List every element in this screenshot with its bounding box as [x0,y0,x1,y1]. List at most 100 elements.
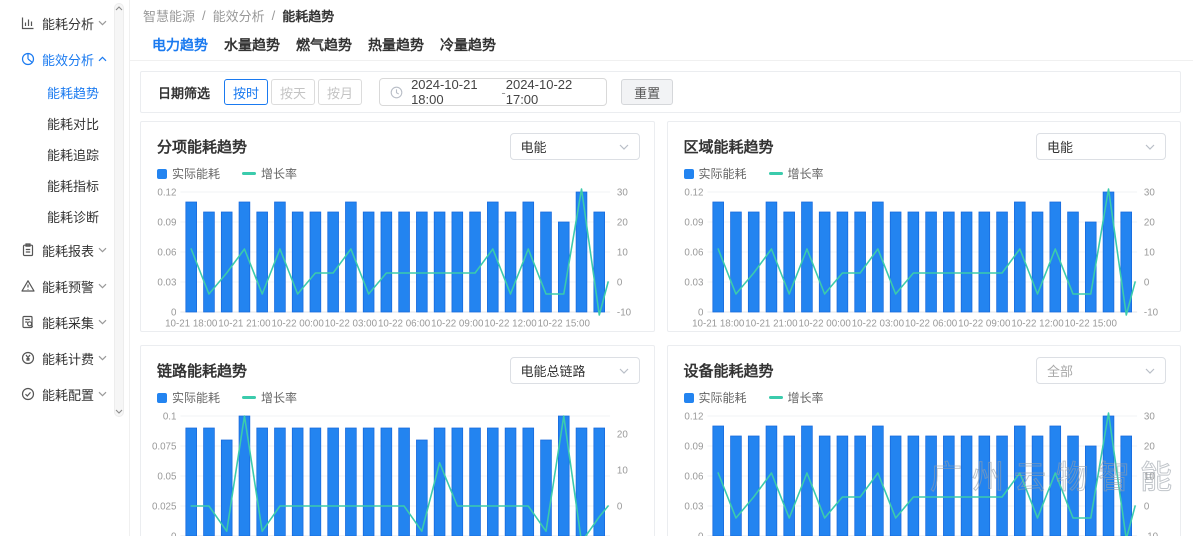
chart-title: 链路能耗趋势 [157,360,247,381]
sidebar-item-efficiency-analysis[interactable]: 能效分析 [0,41,129,77]
tab-gas-trend[interactable]: 燃气趋势 [296,35,352,55]
legend-label: 实际能耗 [172,389,220,406]
start-date-value: 2024-10-21 18:00 [411,77,501,107]
chart-type-select[interactable]: 电能总链路 [510,357,640,384]
sidebar-item-energy-analysis[interactable]: 能耗分析 [0,5,129,41]
legend-item-actual[interactable]: 实际能耗 [684,165,747,182]
legend-item-growth[interactable]: 增长率 [769,165,824,182]
chevron-down-icon [619,137,629,155]
legend-label: 增长率 [261,389,297,406]
svg-text:20: 20 [1143,441,1154,452]
bar-line-chart: 00.030.060.090.123020100-1010-21 18:0010… [149,184,640,332]
svg-text:10: 10 [617,247,628,258]
svg-text:0.12: 0.12 [684,187,703,198]
sidebar-item-energy-report[interactable]: 能耗报表 [0,232,129,268]
sidebar-item-label: 能耗预警 [42,277,98,296]
legend-item-growth[interactable]: 增长率 [769,389,824,406]
legend-line-swatch [769,172,783,175]
collect-icon [21,315,35,329]
bar-chart-icon [21,16,35,30]
svg-text:10-22 12:00: 10-22 12:00 [484,318,537,329]
sidebar-item-energy-trace[interactable]: 能耗追踪 [0,139,129,170]
legend-bar-swatch [157,169,167,179]
sidebar-item-energy-trend[interactable]: 能耗趋势 [0,77,129,108]
sidebar-item-energy-compare[interactable]: 能耗对比 [0,108,129,139]
legend-item-growth[interactable]: 增长率 [242,165,297,182]
sidebar-item-energy-billing[interactable]: 能耗计费 [0,340,129,376]
svg-text:10-21 21:00: 10-21 21:00 [745,318,798,329]
mode-hour-button[interactable]: 按时 [224,79,268,105]
app-window: 能耗分析 能效分析 能耗趋势 能耗对比 能耗追踪 能耗指标 能耗诊断 能耗报表 [0,0,1193,536]
chevron-down-icon [98,319,107,325]
scroll-down-icon [115,409,123,414]
svg-text:10-22 12:00: 10-22 12:00 [1011,318,1064,329]
tab-heat-trend[interactable]: 热量趋势 [368,35,424,55]
legend-item-growth[interactable]: 增长率 [242,389,297,406]
svg-text:10-22 09:00: 10-22 09:00 [958,318,1011,329]
legend-line-swatch [242,396,256,399]
chart-type-select[interactable]: 电能 [510,133,640,160]
legend-label: 增长率 [261,165,297,182]
svg-text:0.12: 0.12 [684,411,703,422]
tab-cooling-trend[interactable]: 冷量趋势 [440,35,496,55]
sidebar-item-energy-indicator[interactable]: 能耗指标 [0,170,129,201]
svg-text:10: 10 [617,465,628,476]
svg-text:0: 0 [1143,277,1149,288]
svg-text:10: 10 [1143,471,1154,482]
svg-text:20: 20 [617,429,628,440]
main-content: 智慧能源 / 能效分析 / 能耗趋势 电力趋势 水量趋势 燃气趋势 热量趋势 冷… [130,0,1193,536]
svg-text:10-21 21:00: 10-21 21:00 [218,318,271,329]
svg-text:0.1: 0.1 [163,411,177,422]
svg-text:0.03: 0.03 [684,277,704,288]
sidebar-scrollbar[interactable] [114,3,124,417]
svg-text:10-22 06:00: 10-22 06:00 [378,318,431,329]
sidebar-item-energy-alarm[interactable]: 能耗预警 [0,268,129,304]
mode-day-button[interactable]: 按天 [271,79,315,105]
tab-water-trend[interactable]: 水量趋势 [224,35,280,55]
bar-line-chart: 00.030.060.090.123020100-1010-21 18:0010… [676,184,1167,332]
breadcrumb-item[interactable]: 能效分析 [213,6,265,25]
chevron-down-icon [98,20,107,26]
sidebar-item-energy-config[interactable]: 能耗配置 [0,376,129,412]
chart-title: 区域能耗趋势 [684,136,774,157]
pie-chart-icon [21,52,35,66]
mode-month-button[interactable]: 按月 [318,79,362,105]
chevron-up-icon [98,56,107,62]
sidebar-item-energy-diagnosis[interactable]: 能耗诊断 [0,201,129,232]
sidebar-item-label: 能耗分析 [42,14,98,33]
svg-text:30: 30 [617,187,628,198]
svg-text:10-22 15:00: 10-22 15:00 [538,318,591,329]
reset-button[interactable]: 重置 [621,79,673,105]
date-filter-label: 日期筛选 [158,83,210,102]
chart-type-select[interactable]: 全部 [1036,357,1166,384]
chart-type-select[interactable]: 电能 [1036,133,1166,160]
legend-item-actual[interactable]: 实际能耗 [157,165,220,182]
svg-text:10-22 00:00: 10-22 00:00 [272,318,325,329]
legend-line-swatch [769,396,783,399]
svg-text:0: 0 [1143,501,1149,512]
chart-legend: 实际能耗 增长率 [684,389,1167,406]
chart-title: 分项能耗趋势 [157,136,247,157]
svg-text:30: 30 [1143,187,1154,198]
chart-panel-header: 区域能耗趋势 电能 [676,132,1167,160]
svg-text:0.03: 0.03 [157,277,177,288]
chart-panel: 分项能耗趋势 电能 实际能耗 增长率 00.030.060.090.123020… [140,121,655,332]
legend-item-actual[interactable]: 实际能耗 [157,389,220,406]
legend-bar-swatch [684,393,694,403]
sidebar-item-label: 能耗配置 [42,385,98,404]
date-range-input[interactable]: 2024-10-21 18:00 - 2024-10-22 17:00 [379,78,607,106]
scroll-up-icon [115,6,123,11]
chevron-down-icon [98,283,107,289]
breadcrumb-item[interactable]: 智慧能源 [143,6,195,25]
svg-text:0: 0 [617,277,623,288]
legend-label: 实际能耗 [699,165,747,182]
clock-icon [390,86,403,99]
date-filter-bar: 日期筛选 按时 按天 按月 2024-10-21 18:00 - 2024-10… [140,71,1181,113]
chart-legend: 实际能耗 增长率 [157,389,640,406]
sidebar-item-label: 能耗采集 [42,313,98,332]
tab-electric-trend[interactable]: 电力趋势 [152,35,208,55]
sidebar-item-energy-collect[interactable]: 能耗采集 [0,304,129,340]
select-value: 电能总链路 [521,361,619,380]
legend-item-actual[interactable]: 实际能耗 [684,389,747,406]
chart-panel-header: 链路能耗趋势 电能总链路 [149,356,640,384]
